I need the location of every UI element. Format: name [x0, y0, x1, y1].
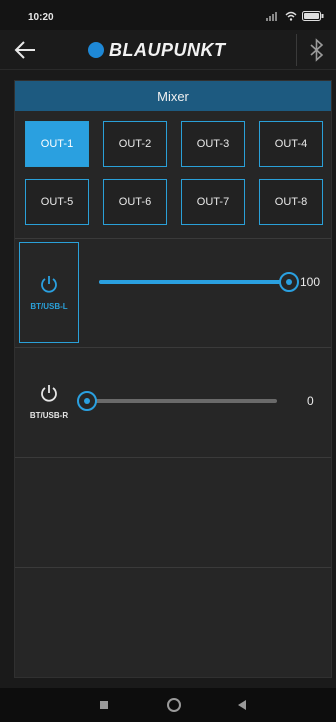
brand-logo: BLAUPUNKT: [88, 38, 226, 62]
output-button-2[interactable]: OUT-2: [103, 121, 167, 167]
output-button-5[interactable]: OUT-5: [25, 179, 89, 225]
circle-icon: [167, 698, 181, 712]
channel-label: BT/USB-R: [29, 411, 69, 420]
bluetooth-icon: [310, 38, 324, 62]
mixer-title: Mixer: [15, 81, 331, 111]
header-divider: [296, 34, 297, 66]
volume-value-right: 0: [307, 394, 314, 408]
empty-channel-row: [15, 457, 331, 567]
arrow-left-icon: [14, 41, 35, 59]
volume-slider-left[interactable]: [99, 272, 299, 292]
output-selector: OUT-1 OUT-2 OUT-3 OUT-4 OUT-5 OUT-6 OUT-…: [25, 121, 323, 225]
output-button-3[interactable]: OUT-3: [181, 121, 245, 167]
output-button-6[interactable]: OUT-6: [103, 179, 167, 225]
slider-fill: [99, 280, 289, 284]
output-button-7[interactable]: OUT-7: [181, 179, 245, 225]
slider-thumb[interactable]: [279, 272, 299, 292]
system-back-button[interactable]: [232, 695, 252, 715]
channel-row-bt-usb-l: BT/USB-L 100: [15, 238, 331, 348]
bluetooth-button[interactable]: [300, 34, 334, 66]
channel-power-toggle-left[interactable]: BT/USB-L: [19, 242, 79, 343]
channel-power-toggle-right[interactable]: BT/USB-R: [19, 351, 79, 452]
power-icon: [41, 276, 57, 293]
system-nav-bar: [0, 688, 336, 722]
back-button[interactable]: [10, 36, 40, 64]
brand-dot: [88, 42, 104, 58]
battery-icon: [302, 11, 324, 21]
app-header: BLAUPUNKT: [0, 30, 336, 70]
channel-label: BT/USB-L: [30, 302, 68, 311]
signal-icon: [266, 12, 277, 21]
slider-thumb[interactable]: [77, 391, 97, 411]
triangle-back-icon: [238, 700, 246, 710]
slider-track: [87, 399, 277, 403]
status-icons: [266, 11, 324, 21]
channel-row-bt-usb-r: BT/USB-R 0: [15, 347, 331, 457]
volume-slider-right[interactable]: [77, 391, 277, 411]
power-icon: [41, 385, 57, 402]
square-icon: [100, 701, 108, 709]
output-button-8[interactable]: OUT-8: [259, 179, 323, 225]
output-button-4[interactable]: OUT-4: [259, 121, 323, 167]
volume-value-left: 100: [300, 275, 321, 289]
empty-channel-row: [15, 567, 331, 677]
status-bar: 10:20: [0, 0, 336, 30]
recent-apps-button[interactable]: [94, 695, 114, 715]
home-button[interactable]: [164, 695, 184, 715]
status-time: 10:20: [28, 12, 54, 23]
mixer-panel: Mixer OUT-1 OUT-2 OUT-3 OUT-4 OUT-5 OUT-…: [14, 80, 332, 678]
brand-name: BLAUPUNKT: [109, 39, 226, 60]
output-button-1[interactable]: OUT-1: [25, 121, 89, 167]
wifi-icon: [285, 11, 297, 21]
